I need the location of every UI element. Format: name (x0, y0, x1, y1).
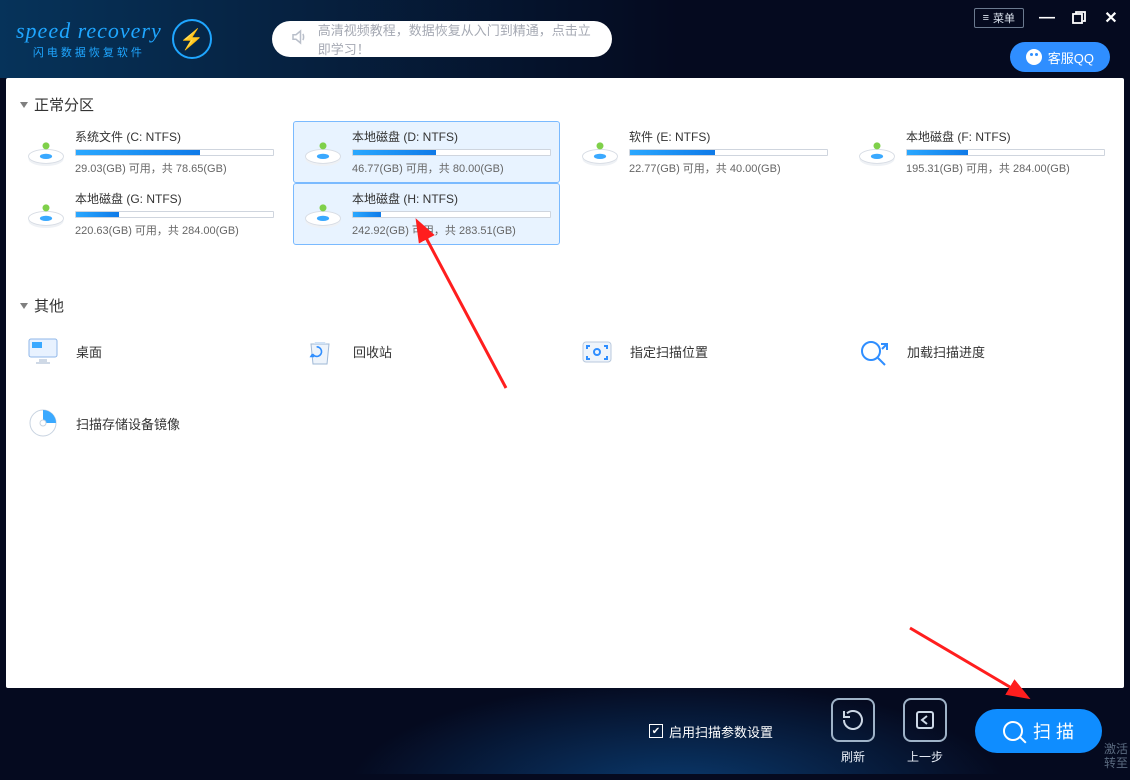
other-item-recycle[interactable]: 回收站 (293, 322, 560, 380)
drive-item[interactable]: 本地磁盘 (G: NTFS) 220.63(GB) 可用，共 284.00(GB… (16, 183, 283, 245)
other-item-disk-image[interactable]: 扫描存储设备镜像 (16, 394, 283, 452)
tutorial-text: 高清视频教程，数据恢复从入门到精通，点击立即学习！ (318, 20, 594, 58)
other-item-load-progress[interactable]: 加载扫描进度 (847, 322, 1114, 380)
section-normal-partitions[interactable]: 正常分区 (12, 88, 1118, 121)
back-icon (903, 698, 947, 742)
usage-bar (906, 149, 1105, 156)
target-icon (578, 332, 616, 370)
drive-name: 系统文件 (C: NTFS) (75, 128, 274, 145)
recycle-icon (301, 332, 339, 370)
drive-grid: 系统文件 (C: NTFS) 29.03(GB) 可用，共 78.65(GB) … (12, 121, 1118, 245)
logo-sub-text: 闪电数据恢复软件 (16, 44, 162, 60)
main-panel: 正常分区 系统文件 (C: NTFS) 29.03(GB) 可用，共 78.65… (6, 78, 1124, 688)
disk-icon (579, 128, 621, 176)
disk-icon (302, 128, 344, 176)
disk-icon (302, 190, 344, 238)
section-others-wrap: 其他 桌面 回收站 指定扫描位置 加载扫描进度 扫描存储设备镜像 (12, 289, 1118, 452)
close-button[interactable]: ✕ (1102, 9, 1120, 27)
drive-item[interactable]: 本地磁盘 (F: NTFS) 195.31(GB) 可用，共 284.00(GB… (847, 121, 1114, 183)
other-item-label: 回收站 (353, 342, 392, 361)
drive-info: 22.77(GB) 可用，共 40.00(GB) (629, 160, 828, 176)
chevron-down-icon (20, 102, 28, 108)
bolt-icon: ⚡ (172, 19, 212, 59)
others-row: 桌面 回收站 指定扫描位置 加载扫描进度 (12, 322, 1118, 380)
back-button[interactable]: 上一步 (903, 698, 947, 765)
usage-bar (75, 149, 274, 156)
checkbox-icon: ✔ (649, 724, 663, 738)
section-title: 其他 (34, 295, 64, 316)
minimize-button[interactable]: — (1038, 9, 1056, 27)
refresh-label: 刷新 (841, 748, 865, 765)
drive-info: 242.92(GB) 可用，共 283.51(GB) (352, 222, 551, 238)
drive-info: 46.77(GB) 可用，共 80.00(GB) (352, 160, 551, 176)
other-item-desktop[interactable]: 桌面 (16, 322, 283, 380)
scan-params-checkbox[interactable]: ✔ 启用扫描参数设置 (649, 722, 773, 741)
scan-label: 扫 描 (1033, 718, 1074, 744)
usage-bar (352, 149, 551, 156)
usage-bar (629, 149, 828, 156)
menu-label: 菜单 (993, 10, 1015, 26)
footer-bar: ✔ 启用扫描参数设置 刷新 上一步 扫 描 激活转至 (0, 688, 1130, 774)
others-row: 扫描存储设备镜像 (12, 394, 1118, 452)
disk-icon (856, 128, 898, 176)
refresh-button[interactable]: 刷新 (831, 698, 875, 765)
other-item-label: 加载扫描进度 (907, 342, 985, 361)
chevron-down-icon (20, 303, 28, 309)
customer-service-button[interactable]: 客服QQ (1010, 42, 1110, 72)
scan-button[interactable]: 扫 描 (975, 709, 1102, 753)
disk-image-icon (24, 404, 62, 442)
drive-name: 软件 (E: NTFS) (629, 128, 828, 145)
checkbox-label: 启用扫描参数设置 (669, 722, 773, 741)
back-label: 上一步 (907, 748, 943, 765)
drive-info: 195.31(GB) 可用，共 284.00(GB) (906, 160, 1105, 176)
drive-item[interactable]: 系统文件 (C: NTFS) 29.03(GB) 可用，共 78.65(GB) (16, 121, 283, 183)
drive-name: 本地磁盘 (F: NTFS) (906, 128, 1105, 145)
drive-item[interactable]: 本地磁盘 (D: NTFS) 46.77(GB) 可用，共 80.00(GB) (293, 121, 560, 183)
qq-icon (1026, 49, 1042, 65)
qq-label: 客服QQ (1048, 48, 1094, 67)
watermark: 激活转至 (1104, 742, 1128, 770)
section-others[interactable]: 其他 (12, 289, 1118, 322)
drive-name: 本地磁盘 (D: NTFS) (352, 128, 551, 145)
load-progress-icon (855, 332, 893, 370)
usage-bar (75, 211, 274, 218)
usage-bar (352, 211, 551, 218)
disk-icon (25, 190, 67, 238)
refresh-icon (831, 698, 875, 742)
logo-main-text: speed recovery (16, 18, 162, 44)
drive-name: 本地磁盘 (H: NTFS) (352, 190, 551, 207)
drive-info: 29.03(GB) 可用，共 78.65(GB) (75, 160, 274, 176)
app-logo: speed recovery 闪电数据恢复软件 ⚡ (16, 18, 212, 60)
other-item-label: 桌面 (76, 342, 102, 361)
titlebar: speed recovery 闪电数据恢复软件 ⚡ 高清视频教程，数据恢复从入门… (0, 0, 1130, 78)
menu-button[interactable]: ≡ 菜单 (974, 8, 1024, 28)
maximize-button[interactable] (1070, 9, 1088, 27)
drive-name: 本地磁盘 (G: NTFS) (75, 190, 274, 207)
other-item-target[interactable]: 指定扫描位置 (570, 322, 837, 380)
other-item-label: 指定扫描位置 (630, 342, 708, 361)
disk-icon (25, 128, 67, 176)
drive-info: 220.63(GB) 可用，共 284.00(GB) (75, 222, 274, 238)
menu-icon: ≡ (983, 12, 989, 24)
tutorial-banner[interactable]: 高清视频教程，数据恢复从入门到精通，点击立即学习！ (272, 21, 612, 57)
section-title: 正常分区 (34, 94, 94, 115)
speaker-icon (290, 28, 308, 51)
search-icon (1003, 721, 1023, 741)
drive-item[interactable]: 软件 (E: NTFS) 22.77(GB) 可用，共 40.00(GB) (570, 121, 837, 183)
desktop-icon (24, 332, 62, 370)
other-item-label: 扫描存储设备镜像 (76, 414, 180, 433)
drive-item[interactable]: 本地磁盘 (H: NTFS) 242.92(GB) 可用，共 283.51(GB… (293, 183, 560, 245)
